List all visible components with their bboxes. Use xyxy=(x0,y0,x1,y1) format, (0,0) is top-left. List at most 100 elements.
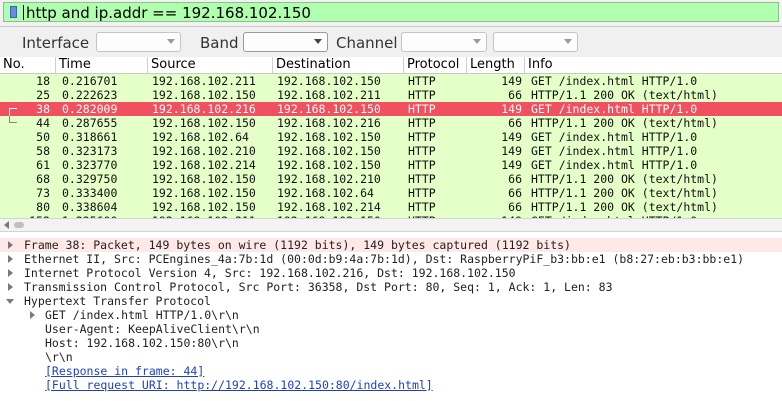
cell-info: GET /index.html HTTP/1.0 xyxy=(531,158,698,172)
detail-user-agent[interactable]: User-Agent: KeepAliveClient\r\n xyxy=(0,322,782,336)
detail-ipv4-text: Internet Protocol Version 4, Src: 192.16… xyxy=(24,266,516,280)
detail-response-in-frame[interactable]: [Response in frame: 44] xyxy=(0,364,782,378)
packet-list-header: No. Time Source Destination Protocol Len… xyxy=(0,57,782,74)
detail-http-text: Hypertext Transfer Protocol xyxy=(24,294,211,308)
expand-arrow-icon[interactable] xyxy=(8,283,13,291)
detail-tcp[interactable]: Transmission Control Protocol, Src Port:… xyxy=(0,280,782,294)
cell-dst: 192.168.102.150 xyxy=(277,74,381,88)
detail-host-text: Host: 192.168.102.150:80\r\n xyxy=(45,336,239,350)
channel-combo[interactable] xyxy=(401,32,487,52)
cell-time: 0.222623 xyxy=(62,88,118,102)
cell-time: 0.287655 xyxy=(62,116,118,130)
cell-proto: HTTP xyxy=(408,144,436,158)
cell-no: 50 xyxy=(36,130,50,144)
response-in-frame-link[interactable]: [Response in frame: 44] xyxy=(45,364,204,378)
packet-row[interactable]: 38 0.282009 192.168.102.216 192.168.102.150… xyxy=(0,102,782,116)
interface-label: Interface xyxy=(22,34,90,52)
chevron-down-icon xyxy=(314,39,322,44)
column-header-time[interactable]: Time xyxy=(56,57,148,73)
chevron-down-icon xyxy=(564,39,572,44)
cell-len: 66 xyxy=(508,116,522,130)
cell-time: 0.216701 xyxy=(62,74,118,88)
cell-no: 80 xyxy=(36,200,50,214)
cell-no: 44 xyxy=(36,116,50,130)
channel-label: Channel xyxy=(336,34,398,52)
cell-src: 192.168.102.214 xyxy=(152,158,256,172)
cell-src: 192.168.102.150 xyxy=(152,88,256,102)
display-filter-input[interactable]: http and ip.addr == 192.168.102.150 xyxy=(3,2,779,22)
packet-list-hscrollbar[interactable] xyxy=(0,218,782,232)
cell-len: 149 xyxy=(501,130,522,144)
cell-proto: HTTP xyxy=(408,158,436,172)
packet-row[interactable]: 61 0.323770 192.168.102.214 192.168.102.150… xyxy=(0,158,782,172)
column-header-protocol[interactable]: Protocol xyxy=(404,57,467,73)
chevron-down-icon xyxy=(167,39,175,44)
cell-len: 66 xyxy=(508,172,522,186)
cell-info: GET /index.html HTTP/1.0 xyxy=(531,144,698,158)
cell-no: 18 xyxy=(36,74,50,88)
cell-dst: 192.168.102.211 xyxy=(277,88,381,102)
detail-frame-text: Frame 38: Packet, 149 bytes on wire (119… xyxy=(24,238,571,252)
expand-arrow-icon[interactable] xyxy=(30,311,35,319)
column-header-source[interactable]: Source xyxy=(148,57,273,73)
cell-time: 0.282009 xyxy=(62,102,118,116)
packet-row[interactable]: 58 0.323173 192.168.102.210 192.168.102.150… xyxy=(0,144,782,158)
detail-frame[interactable]: Frame 38: Packet, 149 bytes on wire (119… xyxy=(0,238,782,252)
scroll-left-arrow-icon[interactable] xyxy=(4,221,9,229)
cell-no: 58 xyxy=(36,144,50,158)
cell-time: 0.338604 xyxy=(62,200,118,214)
display-filter-text: http and ip.addr == 192.168.102.150 xyxy=(26,4,311,22)
packet-row[interactable]: 73 0.333400 192.168.102.150 192.168.102.64 H… xyxy=(0,186,782,200)
cell-src: 192.168.102.64 xyxy=(152,130,249,144)
text-caret xyxy=(23,5,24,20)
packet-row[interactable]: 80 0.338604 192.168.102.150 192.168.102.214… xyxy=(0,200,782,214)
cell-len: 149 xyxy=(501,74,522,88)
band-label: Band xyxy=(200,34,239,52)
filter-bookmark-icon[interactable] xyxy=(10,6,17,18)
display-filter-bar: http and ip.addr == 192.168.102.150 xyxy=(0,0,782,27)
packet-row[interactable]: 25 0.222623 192.168.102.150 192.168.102.211… xyxy=(0,88,782,102)
detail-http-request-line[interactable]: GET /index.html HTTP/1.0\r\n xyxy=(0,308,782,322)
packet-row[interactable]: 44 0.287655 192.168.102.150 192.168.102.216… xyxy=(0,116,782,130)
scrollbar-thumb[interactable] xyxy=(14,222,24,228)
cell-info: GET /index.html HTTP/1.0 xyxy=(531,74,698,88)
cell-proto: HTTP xyxy=(408,116,436,130)
interface-combo[interactable] xyxy=(96,32,181,52)
band-combo[interactable] xyxy=(243,32,328,52)
packet-list[interactable]: No. Time Source Destination Protocol Len… xyxy=(0,57,782,218)
expand-arrow-icon[interactable] xyxy=(8,269,13,277)
detail-host[interactable]: Host: 192.168.102.150:80\r\n xyxy=(0,336,782,350)
packet-row[interactable]: 18 0.216701 192.168.102.211 192.168.102.150… xyxy=(0,74,782,88)
cell-info: GET /index.html HTTP/1.0 xyxy=(531,102,698,116)
cell-proto: HTTP xyxy=(408,186,436,200)
cell-dst: 192.168.102.210 xyxy=(277,172,381,186)
column-header-no[interactable]: No. xyxy=(0,57,56,73)
detail-http[interactable]: Hypertext Transfer Protocol xyxy=(0,294,782,308)
column-header-destination[interactable]: Destination xyxy=(273,57,404,73)
column-header-info[interactable]: Info xyxy=(525,57,782,73)
expand-arrow-icon[interactable] xyxy=(8,241,13,249)
channel-width-combo[interactable] xyxy=(493,32,578,52)
detail-ethernet[interactable]: Ethernet II, Src: PCEngines_4a:7b:1d (00… xyxy=(0,252,782,266)
detail-crlf[interactable]: \r\n xyxy=(0,350,782,364)
wireless-toolbar: Interface Band Channel xyxy=(0,27,782,58)
column-header-length[interactable]: Length xyxy=(467,57,525,73)
cell-proto: HTTP xyxy=(408,200,436,214)
full-request-uri-link[interactable]: [Full request URI: http://192.168.102.15… xyxy=(45,378,433,392)
cell-dst: 192.168.102.216 xyxy=(277,116,381,130)
cell-no: 25 xyxy=(36,88,50,102)
packet-details[interactable]: Frame 38: Packet, 149 bytes on wire (119… xyxy=(0,236,782,401)
detail-full-request-uri[interactable]: [Full request URI: http://192.168.102.15… xyxy=(0,378,782,392)
expand-arrow-icon[interactable] xyxy=(8,255,13,263)
packet-row[interactable]: 68 0.329750 192.168.102.150 192.168.102.210… xyxy=(0,172,782,186)
cell-len: 149 xyxy=(501,158,522,172)
cell-src: 192.168.102.150 xyxy=(152,116,256,130)
cell-proto: HTTP xyxy=(408,74,436,88)
collapse-arrow-icon[interactable] xyxy=(6,299,14,304)
cell-dst: 192.168.102.64 xyxy=(277,186,374,200)
packet-row[interactable]: 50 0.318661 192.168.102.64 192.168.102.150 H… xyxy=(0,130,782,144)
cell-proto: HTTP xyxy=(408,130,436,144)
cell-dst: 192.168.102.150 xyxy=(277,130,381,144)
cell-info: HTTP/1.1 200 OK (text/html) xyxy=(531,88,718,102)
detail-ipv4[interactable]: Internet Protocol Version 4, Src: 192.16… xyxy=(0,266,782,280)
